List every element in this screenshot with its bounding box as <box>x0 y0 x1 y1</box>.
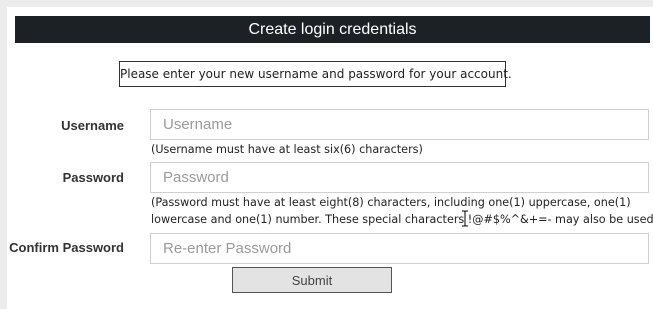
submit-button[interactable]: Submit <box>232 267 392 293</box>
password-hint-line1: (Password must have at least eight(8) ch… <box>151 196 631 209</box>
confirm-password-label: Confirm Password <box>9 240 124 255</box>
instruction-notice: Please enter your new username and passw… <box>119 61 512 87</box>
page-title: Create login credentials <box>15 16 650 43</box>
username-input[interactable] <box>150 109 649 140</box>
password-hint-line2: lowercase and one(1) number. These speci… <box>151 213 653 226</box>
username-hint: (Username must have at least six(6) char… <box>151 143 423 156</box>
password-input[interactable] <box>150 162 649 193</box>
password-label: Password <box>62 170 124 185</box>
confirm-password-input[interactable] <box>150 233 649 264</box>
text-cursor-icon <box>462 210 468 227</box>
username-label: Username <box>61 118 124 133</box>
